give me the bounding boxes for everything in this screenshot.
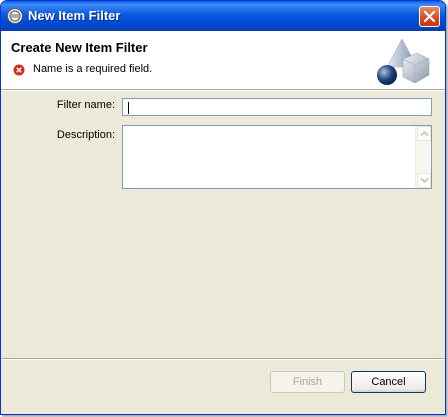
description-label: Description: xyxy=(56,129,115,141)
scroll-up-button[interactable] xyxy=(417,126,431,141)
chevron-down-icon xyxy=(420,177,429,184)
dialog-window: New Item Filter Create New Item Filter N… xyxy=(0,0,446,415)
filter-name-label: Filter name: xyxy=(56,99,115,111)
page-title: Create New Item Filter xyxy=(11,40,148,55)
description-textarea[interactable] xyxy=(122,125,432,189)
header-separator xyxy=(1,89,445,91)
text-caret xyxy=(128,102,129,114)
filter-name-input[interactable] xyxy=(122,98,432,116)
wizard-header: Create New Item Filter Name is a require… xyxy=(1,31,445,89)
wizard-shapes-icon xyxy=(377,38,430,85)
close-icon xyxy=(423,10,436,23)
description-scrollbar[interactable] xyxy=(415,126,431,188)
scroll-down-button[interactable] xyxy=(417,173,431,188)
error-message: Name is a required field. xyxy=(33,63,153,75)
window-title: New Item Filter xyxy=(28,8,121,23)
error-icon xyxy=(13,64,25,76)
chevron-up-icon xyxy=(420,130,429,137)
finish-button[interactable]: Finish xyxy=(270,371,345,393)
close-button[interactable] xyxy=(419,6,440,27)
cancel-button[interactable]: Cancel xyxy=(351,371,426,393)
footer-separator xyxy=(1,358,445,360)
app-icon xyxy=(7,8,23,24)
title-bar[interactable]: New Item Filter xyxy=(1,1,445,31)
